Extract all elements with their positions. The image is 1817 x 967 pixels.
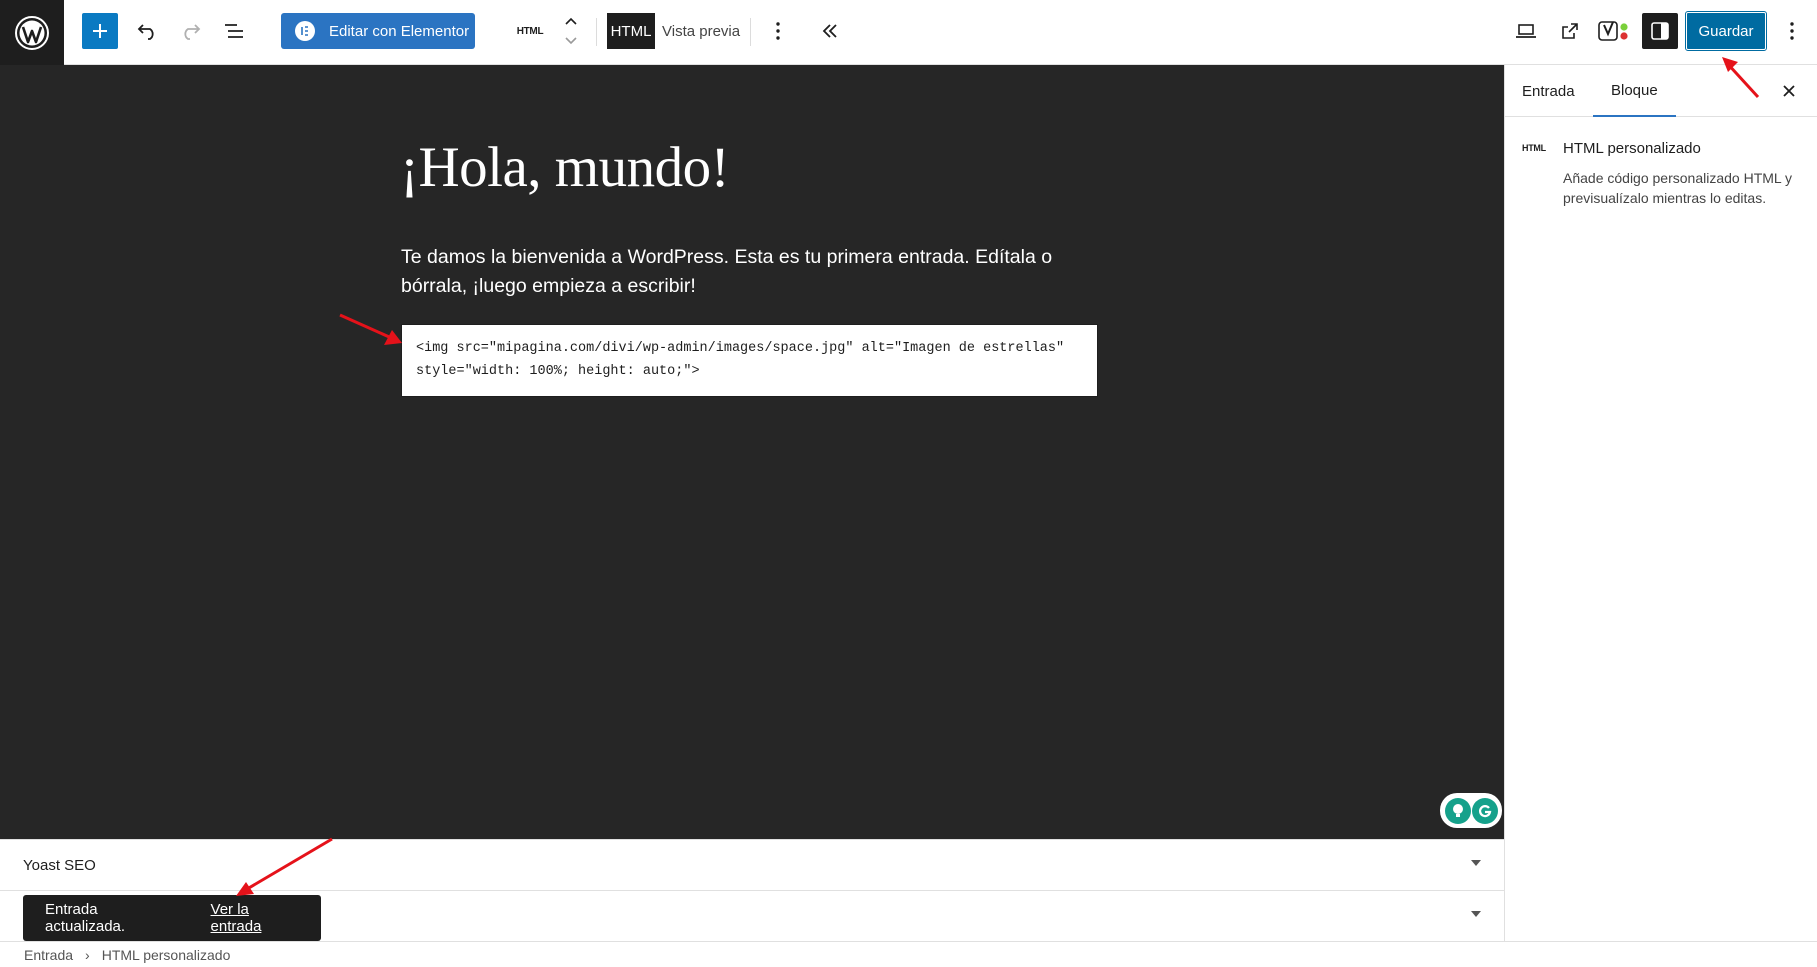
collapse-toolbar-button[interactable]	[812, 13, 848, 49]
toolbar-divider	[750, 18, 751, 46]
yoast-icon	[1598, 21, 1628, 41]
save-button[interactable]: Guardar	[1685, 11, 1767, 51]
html-block-icon: HTML	[1522, 143, 1546, 153]
caret-down-icon[interactable]	[1470, 858, 1482, 870]
block-card-title: HTML personalizado	[1563, 140, 1701, 157]
editor-toolbar: Editar con Elementor HTML HTML Vista pre…	[0, 0, 1817, 65]
sidebar-tabs: Entrada Bloque	[1505, 65, 1817, 117]
preview-tab[interactable]: Vista previa	[660, 13, 742, 49]
grammarly-widget[interactable]	[1440, 793, 1502, 828]
view-post-button[interactable]	[1552, 13, 1588, 49]
toolbar-divider	[596, 18, 597, 46]
list-view-icon	[225, 24, 243, 38]
caret-down-icon[interactable]	[1470, 909, 1482, 921]
block-card-description: Añade código personalizado HTML y previs…	[1563, 170, 1793, 206]
breadcrumb: Entrada › HTML personalizado	[0, 941, 1817, 967]
html-tab[interactable]: HTML	[607, 13, 655, 49]
yoast-button[interactable]	[1594, 13, 1634, 49]
post-title[interactable]: ¡Hola, mundo!	[400, 135, 730, 200]
block-mover	[560, 12, 582, 52]
block-options-button[interactable]	[760, 13, 796, 49]
paragraph-block[interactable]: Te damos la bienvenida a WordPress. Esta…	[401, 243, 1101, 301]
plus-icon	[93, 24, 107, 38]
vertical-ellipsis-icon	[776, 22, 780, 40]
redo-icon	[184, 24, 201, 40]
breadcrumb-current[interactable]: HTML personalizado	[102, 947, 231, 963]
edit-with-elementor-button[interactable]: Editar con Elementor	[281, 13, 475, 49]
list-view-button[interactable]	[216, 13, 252, 49]
move-down-button[interactable]	[560, 32, 582, 50]
tab-bloque[interactable]: Bloque	[1593, 65, 1676, 117]
breadcrumb-root[interactable]: Entrada	[24, 947, 73, 963]
vertical-ellipsis-icon	[1790, 22, 1794, 40]
view-post-link[interactable]: Ver la entrada	[211, 901, 299, 935]
grammarly-bulb-icon[interactable]	[1444, 797, 1471, 824]
yoast-seo-title: Yoast SEO	[23, 857, 96, 874]
undo-button[interactable]	[130, 13, 166, 49]
breadcrumb-separator: ›	[85, 946, 90, 963]
wordpress-logo-icon[interactable]	[0, 0, 64, 65]
settings-toggle-button[interactable]	[1642, 13, 1678, 49]
elementor-icon	[295, 21, 315, 41]
close-sidebar-button[interactable]	[1775, 77, 1803, 105]
elementor-button-label: Editar con Elementor	[329, 22, 470, 40]
editor-options-button[interactable]	[1776, 13, 1808, 49]
redo-button[interactable]	[172, 13, 208, 49]
yoast-seo-metabox[interactable]: Yoast SEO	[0, 839, 1504, 890]
view-button[interactable]	[1508, 13, 1544, 49]
sidebar-panel-icon	[1651, 22, 1669, 40]
add-block-button[interactable]	[82, 13, 118, 49]
editor-canvas: ¡Hola, mundo! Te damos la bienvenida a W…	[0, 65, 1504, 839]
external-link-icon	[1562, 23, 1578, 39]
move-up-button[interactable]	[560, 12, 582, 30]
double-chevron-left-icon	[822, 24, 837, 38]
undo-icon	[137, 24, 154, 40]
settings-sidebar: Entrada Bloque HTML HTML personalizado A…	[1504, 65, 1817, 941]
grammarly-icon[interactable]	[1471, 797, 1498, 824]
chevron-up-icon	[565, 17, 577, 25]
tab-entrada[interactable]: Entrada	[1522, 65, 1575, 117]
snackbar-message: Entrada actualizada.	[45, 901, 126, 935]
laptop-icon	[1516, 24, 1536, 38]
custom-html-block[interactable]: <img src="mipagina.com/divi/wp-admin/ima…	[401, 324, 1098, 397]
block-type-icon[interactable]: HTML	[514, 20, 546, 42]
chevron-down-icon	[565, 37, 577, 45]
close-icon	[1783, 85, 1795, 97]
snackbar-notice: Entrada actualizada. Ver la entrada	[23, 895, 321, 941]
